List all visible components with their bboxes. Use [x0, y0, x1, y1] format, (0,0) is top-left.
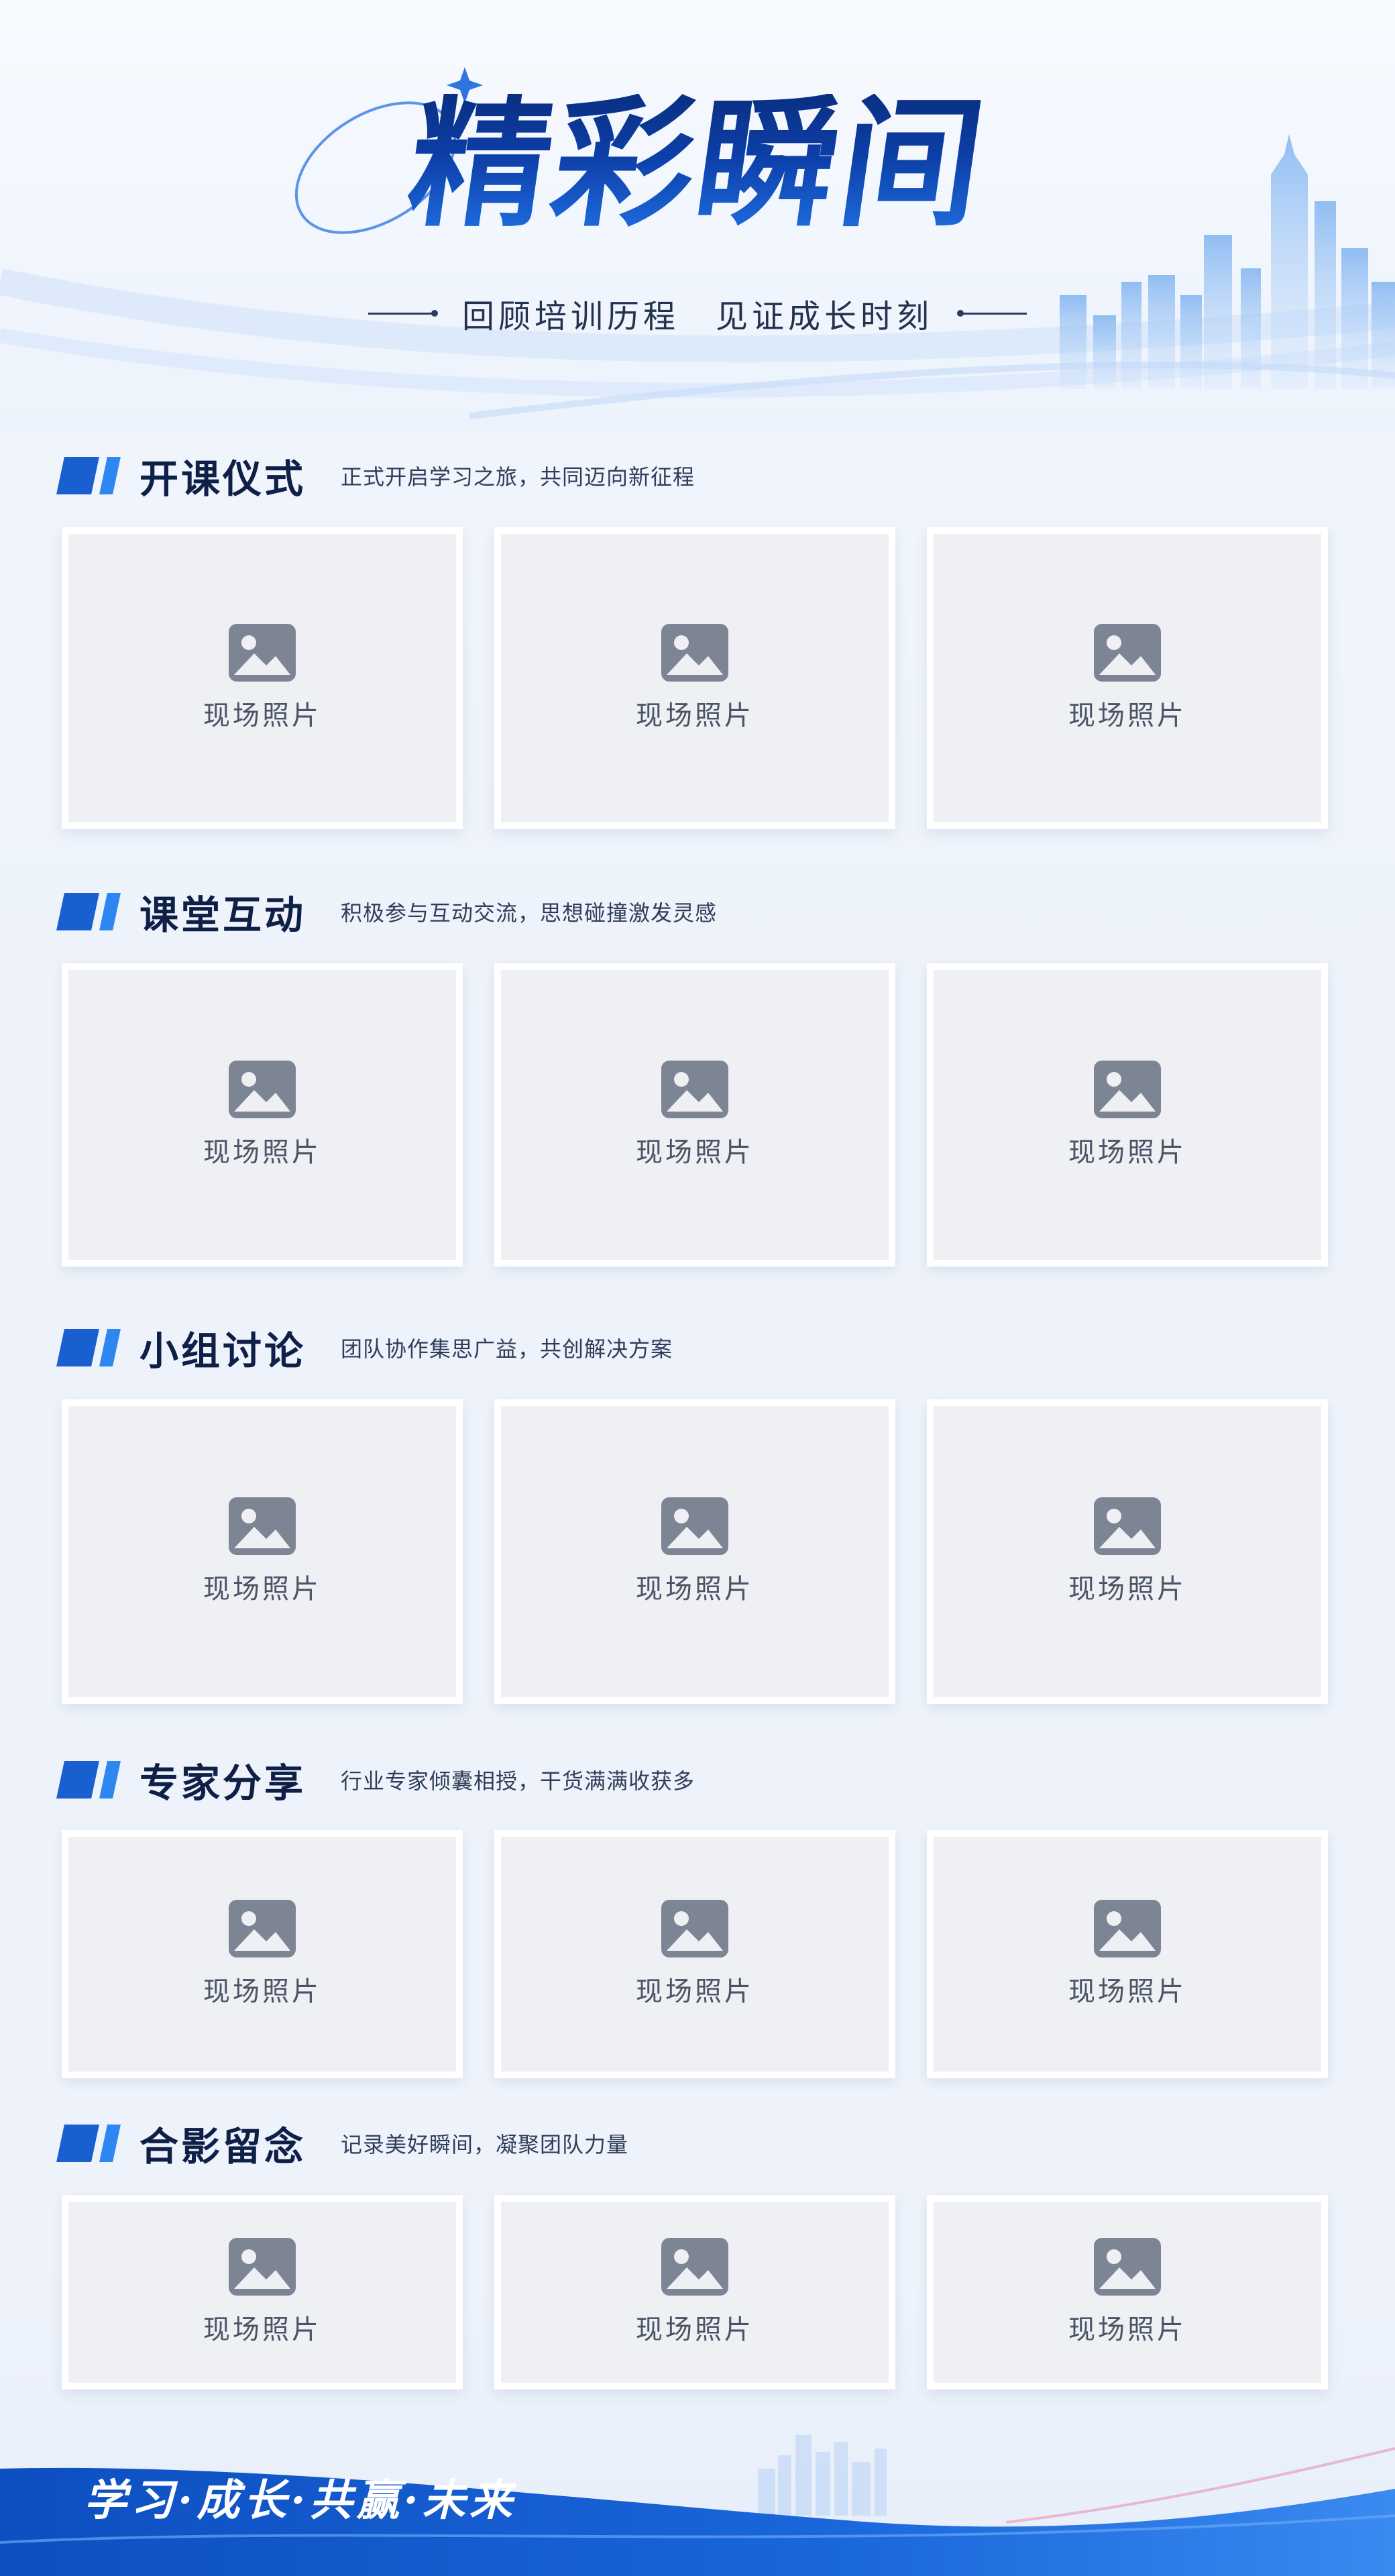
section-group-photo: 合影留念 记录美好瞬间，凝聚团队力量 现场照片 现场照片 现场照片: [0, 2120, 1395, 2390]
image-placeholder-icon: [1094, 1900, 1161, 1957]
photo-card[interactable]: 现场照片: [494, 963, 895, 1267]
section-description: 积极参与互动交流，思想碰撞激发灵感: [341, 900, 718, 926]
photo-label: 现场照片: [1068, 2314, 1186, 2345]
photo-row: 现场照片 现场照片 现场照片: [62, 1830, 1328, 2078]
section-title: 小组讨论: [140, 1328, 306, 1374]
photo-card[interactable]: 现场照片: [494, 1399, 895, 1704]
photo-label: 现场照片: [1068, 1976, 1186, 2007]
photo-label: 现场照片: [636, 700, 754, 731]
section-description: 正式开启学习之旅，共同迈向新征程: [341, 464, 695, 490]
photo-card[interactable]: 现场照片: [62, 527, 463, 829]
image-placeholder-icon: [1094, 1497, 1161, 1555]
section-header: 专家分享 行业专家倾囊相授，干货满满收获多: [56, 1756, 695, 1806]
photo-card[interactable]: 现场照片: [927, 527, 1328, 829]
section-marker-icon: [56, 2122, 125, 2165]
subtitle-line-left: [368, 309, 438, 317]
photo-row: 现场照片 现场照片 现场照片: [62, 2195, 1328, 2390]
photo-card[interactable]: 现场照片: [494, 527, 895, 829]
section-marker-icon: [56, 1326, 125, 1369]
photo-label: 现场照片: [1068, 700, 1186, 731]
section-group-discussion: 小组讨论 团队协作集思广益，共创解决方案 现场照片 现场照片 现场照片: [0, 1324, 1395, 1704]
photo-label: 现场照片: [203, 700, 321, 731]
image-placeholder-icon: [661, 1900, 728, 1957]
photo-label: 现场照片: [203, 1574, 321, 1605]
photo-card[interactable]: 现场照片: [927, 1399, 1328, 1704]
photo-card[interactable]: 现场照片: [62, 2195, 463, 2390]
photo-label: 现场照片: [203, 1137, 321, 1168]
photo-label: 现场照片: [203, 1976, 321, 2007]
section-description: 团队协作集思广益，共创解决方案: [341, 1336, 673, 1362]
photo-label: 现场照片: [1068, 1574, 1186, 1605]
section-marker-icon: [56, 1758, 125, 1801]
footer-skyline: [758, 2435, 887, 2516]
section-marker-icon: [56, 454, 125, 497]
photo-label: 现场照片: [636, 2314, 754, 2345]
image-placeholder-icon: [229, 624, 296, 682]
image-placeholder-icon: [1094, 624, 1161, 682]
photo-card[interactable]: 现场照片: [62, 963, 463, 1267]
image-placeholder-icon: [661, 2238, 728, 2296]
image-placeholder-icon: [661, 1497, 728, 1555]
section-header: 小组讨论 团队协作集思广益，共创解决方案: [56, 1324, 673, 1374]
photo-card[interactable]: 现场照片: [494, 1830, 895, 2078]
section-description: 记录美好瞬间，凝聚团队力量: [341, 2132, 629, 2157]
section-title: 课堂互动: [140, 892, 306, 938]
photo-card[interactable]: 现场照片: [62, 1399, 463, 1704]
section-header: 合影留念 记录美好瞬间，凝聚团队力量: [56, 2120, 629, 2169]
image-placeholder-icon: [229, 1900, 296, 1957]
image-placeholder-icon: [661, 624, 728, 682]
image-placeholder-icon: [229, 1061, 296, 1118]
footer-slogan: 学习·成长·共赢·未来: [84, 2475, 516, 2526]
image-placeholder-icon: [1094, 2238, 1161, 2296]
photo-label: 现场照片: [203, 2314, 321, 2345]
photo-card[interactable]: 现场照片: [62, 1830, 463, 2078]
photo-label: 现场照片: [636, 1976, 754, 2007]
subtitle-row: 回顾培训历程 见证成长时刻: [0, 290, 1395, 337]
section-marker-icon: [56, 890, 125, 933]
image-placeholder-icon: [229, 2238, 296, 2296]
image-placeholder-icon: [229, 1497, 296, 1555]
photo-card[interactable]: 现场照片: [927, 2195, 1328, 2390]
section-title: 合影留念: [140, 2124, 306, 2169]
section-header: 开课仪式 正式开启学习之旅，共同迈向新征程: [56, 452, 695, 502]
photo-label: 现场照片: [1068, 1137, 1186, 1168]
section-expert-sharing: 专家分享 行业专家倾囊相授，干货满满收获多 现场照片 现场照片 现场照片: [0, 1756, 1395, 2078]
photo-label: 现场照片: [636, 1137, 754, 1168]
photo-row: 现场照片 现场照片 现场照片: [62, 1399, 1328, 1704]
section-classroom-interaction: 课堂互动 积极参与互动交流，思想碰撞激发灵感 现场照片 现场照片 现场照片: [0, 888, 1395, 1267]
page-title: 精彩瞬间: [0, 82, 1395, 246]
photo-row: 现场照片 现场照片 现场照片: [62, 963, 1328, 1267]
section-opening: 开课仪式 正式开启学习之旅，共同迈向新征程 现场照片 现场照片 现场照片: [0, 452, 1395, 829]
section-title: 专家分享: [140, 1760, 306, 1806]
section-description: 行业专家倾囊相授，干货满满收获多: [341, 1768, 695, 1794]
section-header: 课堂互动 积极参与互动交流，思想碰撞激发灵感: [56, 888, 718, 938]
section-title: 开课仪式: [140, 456, 306, 502]
photo-card[interactable]: 现场照片: [927, 963, 1328, 1267]
photo-row: 现场照片 现场照片 现场照片: [62, 527, 1328, 829]
image-placeholder-icon: [661, 1061, 728, 1118]
subtitle-line-right: [957, 309, 1027, 317]
poster: 精彩瞬间 回顾培训历程 见证成长时刻 开课仪式 正式开启学习之旅，共同迈向新征程…: [0, 0, 1395, 2576]
photo-card[interactable]: 现场照片: [927, 1830, 1328, 2078]
image-placeholder-icon: [1094, 1061, 1161, 1118]
subtitle: 回顾培训历程 见证成长时刻: [461, 298, 933, 335]
photo-card[interactable]: 现场照片: [494, 2195, 895, 2390]
photo-label: 现场照片: [636, 1574, 754, 1605]
